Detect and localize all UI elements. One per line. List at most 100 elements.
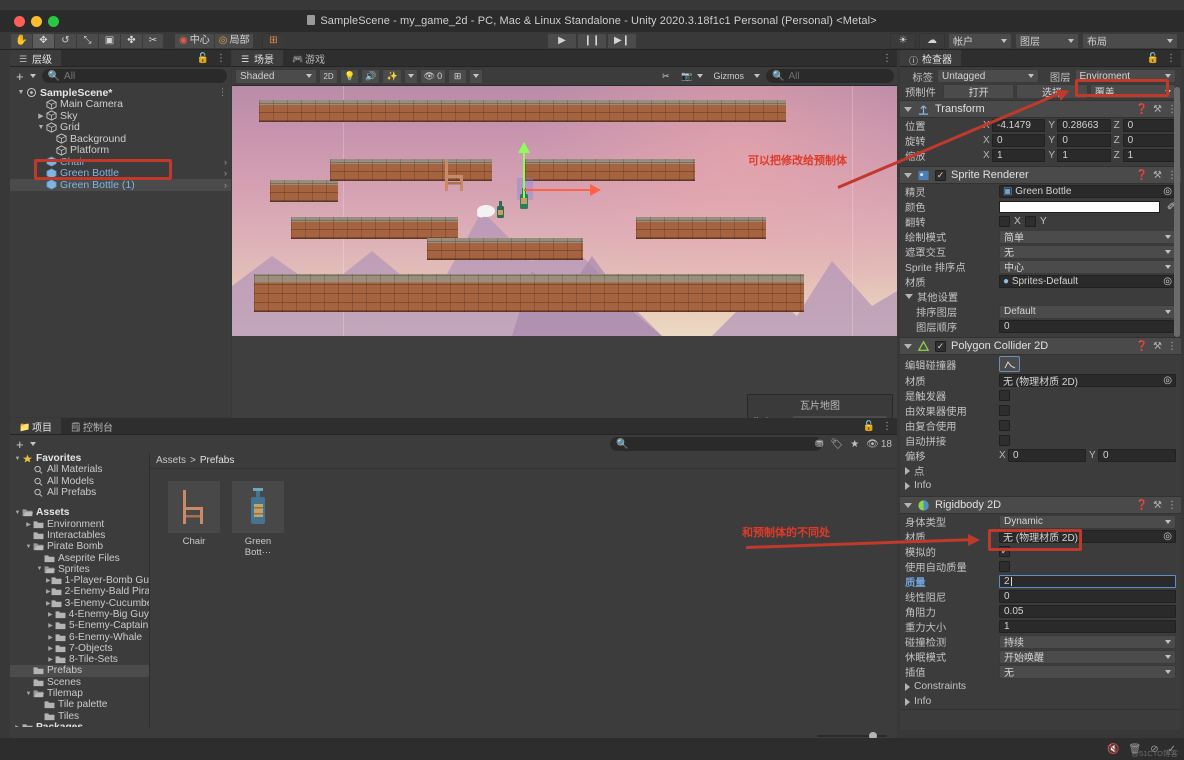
play-button[interactable]: ▶ <box>547 32 577 49</box>
foldout-open-icon[interactable]: ▼ <box>35 566 44 572</box>
linear-drag-input[interactable]: 0 <box>999 590 1176 603</box>
shading-mode-dropdown[interactable]: Shaded <box>235 68 317 84</box>
custom-editor-tool-button[interactable]: ✂ <box>142 32 164 49</box>
hidden-packages-count[interactable]: 👁 18 <box>866 439 892 450</box>
pivot-mode-button[interactable]: ◉ 中心 <box>174 32 214 49</box>
hierarchy-item-green-bottle[interactable]: Green Bottle › <box>10 167 231 179</box>
sprite-renderer-enabled-checkbox[interactable]: ✓ <box>935 169 946 181</box>
foldout-closed-icon[interactable]: ▶ <box>46 645 55 652</box>
asset-zoom-slider[interactable] <box>817 732 887 740</box>
project-tree-item-5-enemy-captain[interactable]: ▶ 5-Enemy-Captain <box>10 620 149 631</box>
scene-context-menu-icon[interactable]: ⋮ <box>218 87 227 98</box>
scene-camera-icon[interactable]: 📷 <box>677 68 708 84</box>
foldout-closed-icon[interactable]: ▶ <box>13 724 22 727</box>
project-search-input[interactable]: 🔍 <box>610 437 822 451</box>
preset-icon[interactable]: ⚒ <box>1153 104 1162 115</box>
foldout-closed-icon[interactable]: ▶ <box>46 611 55 618</box>
gravity-scale-input[interactable]: 1 <box>999 620 1176 633</box>
foldout-closed-icon[interactable]: ▶ <box>36 112 46 120</box>
mute-audio-icon[interactable]: 🔇 <box>1107 744 1119 755</box>
extra-settings-foldout[interactable]: 其他设置 <box>900 289 1181 304</box>
chair-sprite[interactable] <box>442 158 472 194</box>
flip-y-checkbox[interactable] <box>1024 216 1036 227</box>
scale-x-input[interactable]: 1 <box>992 149 1046 162</box>
rb-info-foldout[interactable]: Info <box>900 694 1181 709</box>
used-by-composite-checkbox[interactable] <box>999 420 1010 431</box>
mask-interaction-dropdown[interactable]: 无 <box>999 244 1176 259</box>
project-tree-item-tile-palette[interactable]: Tile palette <box>10 699 149 710</box>
scale-tool-button[interactable]: ⤡ <box>76 32 98 49</box>
foldout-closed-icon[interactable]: ▶ <box>46 634 55 641</box>
hierarchy-item-main-camera[interactable]: Main Camera <box>10 98 231 110</box>
preset-icon[interactable]: ⚒ <box>1153 500 1162 511</box>
tab-inspector[interactable]: ⓘ 检查器 <box>900 50 961 66</box>
project-tree-item-3-enemy-cucumber[interactable]: ▶ 3-Enemy-Cucumber <box>10 598 149 609</box>
project-tree-item-packages[interactable]: ▶ Packages <box>10 722 149 727</box>
position-y-input[interactable]: 0.28663 <box>1057 119 1111 132</box>
project-tree-item-2-enemy-bald-pirate[interactable]: ▶ 2-Enemy-Bald Pirate <box>10 586 149 597</box>
scene-canvas[interactable]: 瓦片地图 焦点 无 <box>232 86 897 434</box>
hierarchy-item-samplescene[interactable]: ▼ SampleScene* ⋮ <box>10 87 231 99</box>
foldout-open-icon[interactable]: ▼ <box>24 691 33 697</box>
project-tree-item-8-tile-sets[interactable]: ▶ 8-Tile-Sets <box>10 654 149 665</box>
hierarchy-menu-icon[interactable]: ⋮ <box>216 53 226 64</box>
auto-mass-checkbox[interactable] <box>999 561 1010 572</box>
project-tree-item-7-objects[interactable]: ▶ 7-Objects <box>10 643 149 654</box>
foldout-closed-icon[interactable]: ▶ <box>46 656 55 663</box>
project-tree-item-tilemap[interactable]: ▼ Tilemap <box>10 688 149 699</box>
project-tree-item-pirate-bomb[interactable]: ▼ Pirate Bomb <box>10 541 149 552</box>
gizmo-x-arrow-head[interactable] <box>590 184 601 196</box>
is-trigger-checkbox[interactable] <box>999 390 1010 401</box>
transform-tool-button[interactable]: ✤ <box>120 32 142 49</box>
gizmos-dropdown[interactable] <box>750 68 764 84</box>
preset-icon[interactable]: ⚒ <box>1153 170 1162 181</box>
open-prefab-arrow-icon[interactable]: › <box>224 180 227 190</box>
rect-tool-button[interactable]: ▣ <box>98 32 120 49</box>
asset-item-chair[interactable]: Chair <box>168 481 220 558</box>
step-button[interactable]: ▶❙ <box>607 32 637 49</box>
rotation-y-input[interactable]: 0 <box>1057 134 1111 147</box>
inspector-scrollbar[interactable] <box>1174 87 1180 687</box>
scene-audio-icon[interactable]: 🔊 <box>361 68 381 84</box>
help-icon[interactable]: ❓ <box>1136 500 1148 511</box>
object-picker-icon[interactable]: ◎ <box>1163 531 1172 542</box>
mass-input[interactable]: 2 <box>999 575 1176 588</box>
project-tree-item-aseprite-files[interactable]: Aseprite Files <box>10 552 149 564</box>
cloud-icon[interactable]: ☁ <box>919 32 945 49</box>
help-icon[interactable]: ❓ <box>1136 104 1148 115</box>
tab-hierarchy[interactable]: ☰ 层级 <box>10 50 61 66</box>
draw-mode-dropdown[interactable]: 简单 <box>999 229 1176 244</box>
tab-scene[interactable]: ☰ 场景 <box>232 50 283 66</box>
object-picker-icon[interactable]: ◎ <box>1163 186 1172 197</box>
project-tree-item-favorites[interactable]: ▼ Favorites <box>10 453 149 464</box>
foldout-closed-icon[interactable]: ▶ <box>46 622 55 629</box>
foldout-closed-icon[interactable]: ▶ <box>24 521 33 528</box>
tab-console[interactable]: 🗒 控制台 <box>61 418 122 434</box>
rotate-tool-button[interactable]: ↺ <box>54 32 76 49</box>
lock-icon[interactable]: 🔓 <box>1147 53 1159 64</box>
inspector-scrollbar-thumb[interactable] <box>1174 87 1180 337</box>
project-tree-item-environment[interactable]: ▶ Environment <box>10 518 149 530</box>
color-swatch-field[interactable] <box>999 200 1160 213</box>
breadcrumb-prefabs[interactable]: Prefabs <box>200 455 234 466</box>
transform-foldout-icon[interactable] <box>904 106 912 112</box>
sleeping-mode-dropdown[interactable]: 开始唤醒 <box>999 649 1176 664</box>
project-tree-item-all-models[interactable]: All Models <box>10 476 149 487</box>
rotation-x-input[interactable]: 0 <box>992 134 1046 147</box>
preset-icon[interactable]: ⚒ <box>1153 341 1162 352</box>
help-icon[interactable]: ❓ <box>1136 341 1148 352</box>
constraints-foldout-icon[interactable] <box>905 682 910 691</box>
foldout-open-icon[interactable]: ▼ <box>13 456 22 462</box>
favorites-icon[interactable]: ★ <box>850 439 859 450</box>
auto-tiling-checkbox[interactable] <box>999 435 1010 446</box>
pc-info-foldout[interactable]: Info <box>900 478 1181 493</box>
foldout-open-icon[interactable]: ▼ <box>24 544 33 550</box>
gizmo-x-axis[interactable] <box>524 189 592 191</box>
project-menu-icon[interactable]: ⋮ <box>882 421 892 432</box>
polygon-collider-component-header[interactable]: ✓ Polygon Collider 2D ❓ ⚒ ⋮ <box>900 337 1181 355</box>
scene-grid-dropdown[interactable] <box>469 68 484 84</box>
grid-snapping-icon[interactable]: ⊞ <box>262 32 285 49</box>
prefab-overrides-dropdown[interactable]: 覆盖 <box>1089 84 1177 99</box>
tab-project[interactable]: 📁 项目 <box>10 418 61 434</box>
tag-dropdown[interactable]: Untagged <box>937 69 1039 83</box>
